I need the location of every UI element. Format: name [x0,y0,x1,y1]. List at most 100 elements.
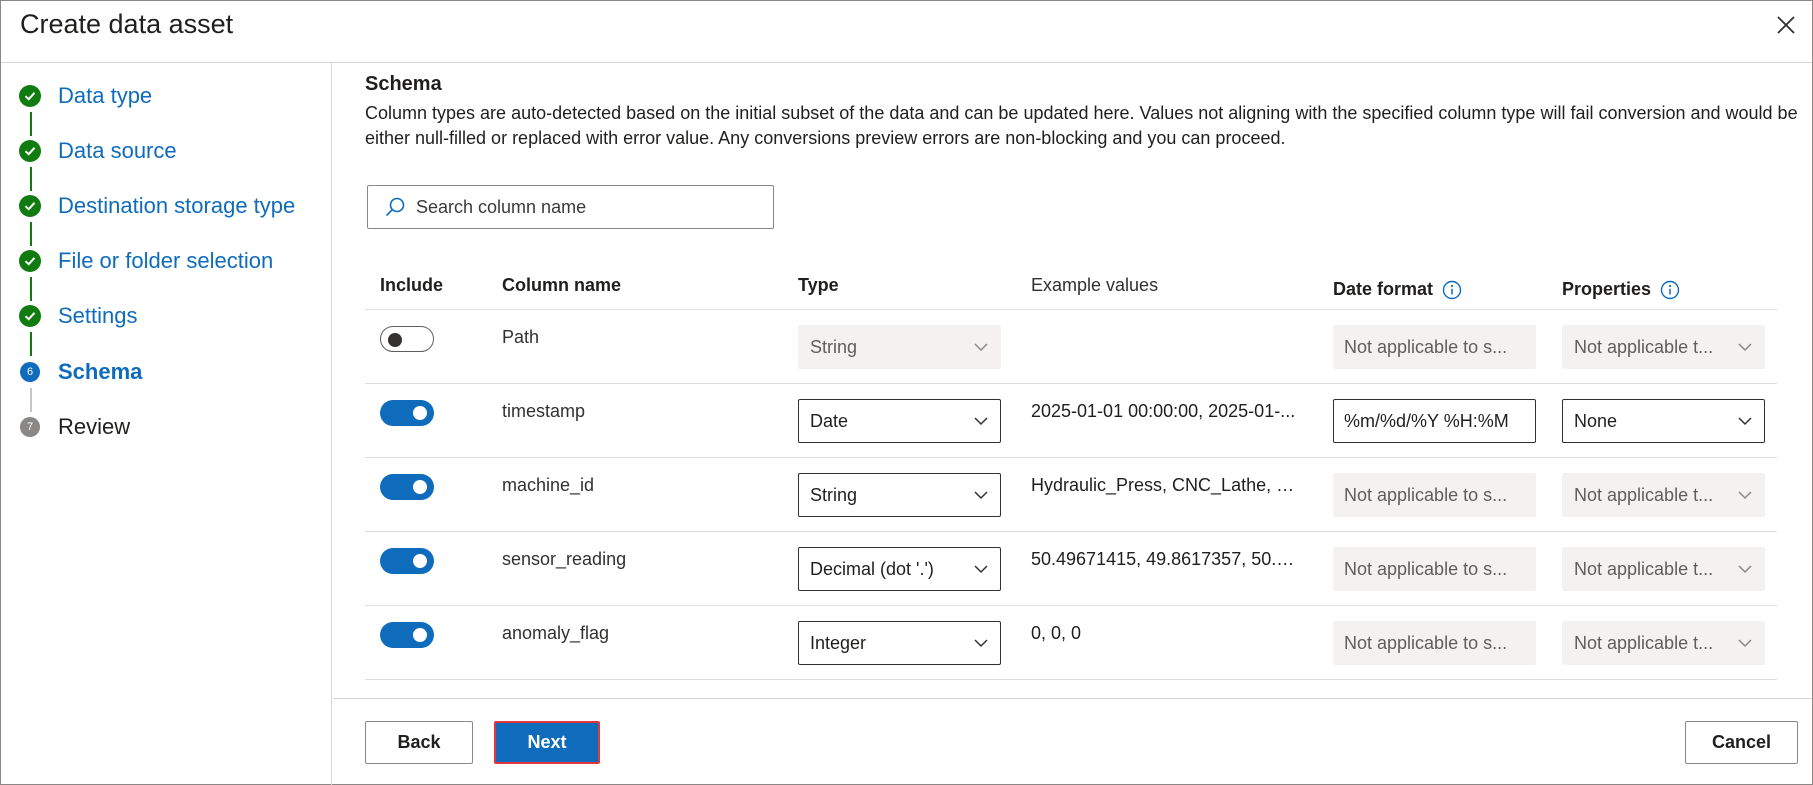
header-example-values: Example values [1031,275,1159,295]
step-number-badge: 6 [20,362,40,382]
properties-value: Not applicable t... [1574,484,1714,505]
include-toggle[interactable] [380,326,434,352]
wizard-steps: Data type Data source Destination storag… [1,63,332,785]
checkmark-icon [19,195,41,217]
info-icon[interactable] [1442,280,1462,300]
step-label: Schema [58,359,143,384]
step-settings[interactable]: Settings [19,296,138,336]
chevron-down-icon [1738,491,1752,500]
table-header: Include Column name Type Example values … [365,253,1777,310]
properties-dropdown[interactable]: None [1562,399,1765,443]
step-file-or-folder-selection[interactable]: File or folder selection [19,241,273,281]
type-value: Integer [810,632,867,653]
step-data-source[interactable]: Data source [19,131,177,171]
create-data-asset-dialog: Create data asset Data type Data source [0,0,1813,785]
dialog-title: Create data asset [20,9,234,39]
header-properties-label: Properties [1562,279,1652,299]
header-properties: Properties [1562,279,1680,300]
include-toggle[interactable] [380,548,434,574]
type-value: String [810,484,858,505]
table-row: sensor_reading Decimal (dot '.') 50.4967… [365,532,1777,606]
properties-value: None [1574,410,1618,431]
checkmark-icon [19,85,41,107]
date-format-field[interactable]: %m/%d/%Y %H:%M [1333,399,1536,443]
column-name: Path [502,327,540,347]
example-values: Hydraulic_Press, CNC_Lathe, C... [1031,475,1301,495]
date-format-field: Not applicable to s... [1333,325,1536,369]
include-toggle[interactable] [380,400,434,426]
section-title: Schema [365,73,442,95]
chevron-down-icon [974,565,988,574]
type-dropdown[interactable]: Date [798,399,1001,443]
step-label: Destination storage type [58,193,296,218]
example-values: 2025-01-01 00:00:00, 2025-01-... [1031,401,1296,421]
toggle-knob [413,554,427,568]
chevron-down-icon [1738,343,1752,352]
step-label: Review [58,414,131,439]
step-data-type[interactable]: Data type [19,76,152,116]
step-label: Data type [58,83,153,108]
header-type: Type [798,275,839,295]
date-format-field: Not applicable to s... [1333,547,1536,591]
table-row: timestamp Date 2025-01-01 00:00:00, 2025… [365,384,1777,458]
include-toggle[interactable] [380,622,434,648]
toggle-knob [388,333,402,347]
step-review[interactable]: 7 Review [19,407,130,447]
step-label: File or folder selection [58,248,274,273]
table-row: machine_id String Hydraulic_Press, CNC_L… [365,458,1777,532]
date-format-value: Not applicable to s... [1344,336,1508,357]
search-input[interactable] [416,196,756,218]
type-dropdown[interactable]: Integer [798,621,1001,665]
toggle-knob [413,480,427,494]
checkmark-icon [19,140,41,162]
step-destination-storage-type[interactable]: Destination storage type [19,186,295,226]
example-values: 0, 0, 0 [1031,623,1082,643]
step-label: Settings [58,303,138,328]
date-format-value: Not applicable to s... [1344,484,1508,505]
column-name: timestamp [502,401,586,421]
column-name: sensor_reading [502,549,627,569]
section-description: Column types are auto-detected based on … [365,103,1798,148]
properties-dropdown: Not applicable t... [1562,547,1765,591]
date-format-value: %m/%d/%Y %H:%M [1344,410,1509,431]
toggle-knob [413,406,427,420]
type-dropdown: String [798,325,1001,369]
table-row: Path String Not applicable to s... Not a… [365,310,1777,384]
table-row: anomaly_flag Integer 0, 0, 0 Not applica… [365,606,1777,680]
cancel-button[interactable]: Cancel [1685,721,1798,764]
chevron-down-icon [974,491,988,500]
dialog-footer: Back Next Cancel [333,698,1812,785]
type-dropdown[interactable]: String [798,473,1001,517]
column-name: anomaly_flag [502,623,610,643]
toggle-knob [413,628,427,642]
step-number-badge: 7 [20,417,40,437]
next-button[interactable]: Next [494,721,600,764]
checkmark-icon [19,305,41,327]
properties-value: Not applicable t... [1574,336,1714,357]
header-date-format-label: Date format [1333,279,1434,299]
header-include: Include [380,275,444,295]
step-schema[interactable]: 6 Schema [19,352,142,392]
chevron-down-icon [974,417,988,426]
checkmark-icon [19,250,41,272]
chevron-down-icon [1738,639,1752,648]
type-dropdown[interactable]: Decimal (dot '.') [798,547,1001,591]
schema-table: Include Column name Type Example values … [365,253,1777,680]
header-column-name: Column name [502,275,622,295]
type-value: String [810,336,858,357]
chevron-down-icon [1738,565,1752,574]
dialog-header: Create data asset [1,1,1812,63]
column-name: machine_id [502,475,595,495]
search-box[interactable] [367,185,774,229]
back-button[interactable]: Back [365,721,473,764]
chevron-down-icon [974,639,988,648]
info-icon[interactable] [1660,280,1680,300]
step-label: Data source [58,138,177,163]
properties-dropdown: Not applicable t... [1562,325,1765,369]
properties-dropdown: Not applicable t... [1562,473,1765,517]
properties-dropdown: Not applicable t... [1562,621,1765,665]
header-date-format: Date format [1333,279,1462,300]
close-icon[interactable] [1772,11,1800,39]
include-toggle[interactable] [380,474,434,500]
date-format-field: Not applicable to s... [1333,621,1536,665]
